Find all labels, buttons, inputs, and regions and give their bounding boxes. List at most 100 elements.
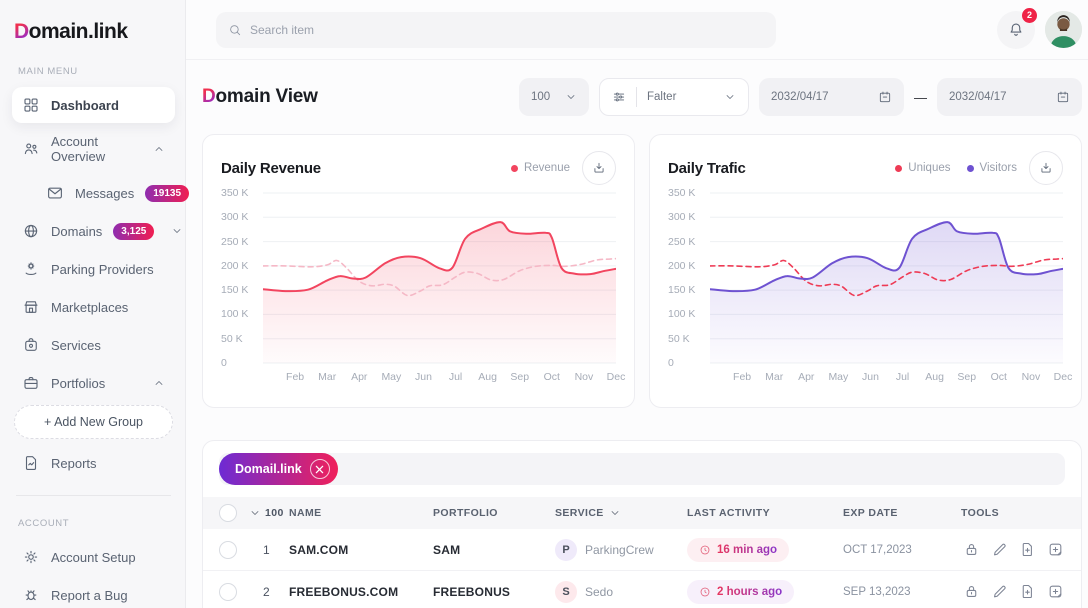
- legend-item[interactable]: Visitors: [967, 162, 1018, 174]
- app-logo[interactable]: Domain.link: [12, 16, 175, 44]
- note-add-button[interactable]: [1045, 540, 1065, 560]
- chevron-down-icon: [171, 225, 183, 237]
- table-row[interactable]: 2 FREEBONUS.COM FREEBONUS S Sedo 2 hours…: [203, 571, 1081, 608]
- lock-button[interactable]: [961, 582, 981, 602]
- filter-select[interactable]: Falter: [599, 78, 749, 116]
- sidebar-divider: [16, 495, 171, 496]
- charts-row: Daily Revenue Revenue 350 K300 K250 K200…: [202, 134, 1082, 408]
- portfolio-cell: FREEBONUS: [433, 585, 555, 599]
- y-axis: 350 K300 K250 K200 K150 K100 K50 K0: [668, 189, 710, 369]
- date-from-picker[interactable]: 2032/04/17: [759, 78, 904, 116]
- sidebar-item-marketplaces[interactable]: Marketplaces: [12, 289, 175, 325]
- last-activity-text: 16 min ago: [717, 544, 777, 556]
- notifications-button[interactable]: 2: [997, 11, 1035, 49]
- search-input[interactable]: [250, 23, 764, 37]
- note-add-button[interactable]: [1045, 582, 1065, 602]
- chart-body: 350 K300 K250 K200 K150 K100 K50 K0: [668, 189, 1063, 369]
- row-checkbox[interactable]: [219, 583, 237, 601]
- chart-plot: [710, 189, 1063, 369]
- date-to-value: 2032/04/17: [949, 91, 1007, 103]
- logo-prefix: D: [14, 20, 29, 43]
- sidebar-item-label: Parking Providers: [51, 262, 154, 277]
- x-axis-label: Dec: [607, 371, 626, 383]
- edit-button[interactable]: [989, 582, 1009, 602]
- column-header-service[interactable]: SERVICE: [555, 507, 687, 519]
- sidebar-item-label: Dashboard: [51, 98, 119, 113]
- page-controls: 100 Falter 2032/04/17 —: [519, 78, 1082, 116]
- sidebar-item-reports[interactable]: Reports: [12, 445, 175, 481]
- download-button[interactable]: [582, 151, 616, 185]
- legend-dot-icon: [967, 165, 974, 172]
- x-axis-label: Aug: [478, 371, 497, 383]
- page-size-select[interactable]: 100: [519, 78, 589, 116]
- tools-cell: [961, 540, 1065, 560]
- legend-dot-icon: [895, 165, 902, 172]
- x-axis-label: Jul: [449, 371, 462, 383]
- calendar-icon: [878, 90, 892, 104]
- hand-gear-icon: [22, 260, 40, 278]
- edit-icon: [991, 583, 1008, 600]
- service-initial-badge: S: [555, 581, 577, 603]
- sidebar-item-parking-providers[interactable]: Parking Providers: [12, 251, 175, 287]
- file-add-button[interactable]: [1017, 540, 1037, 560]
- legend-item[interactable]: Uniques: [895, 162, 950, 174]
- search-icon: [228, 23, 242, 37]
- x-axis-label: Dec: [1054, 371, 1073, 383]
- chart-header: Daily Revenue Revenue: [221, 151, 616, 185]
- last-activity-text: 2 hours ago: [717, 586, 782, 598]
- sidebar-item-account-setup[interactable]: Account Setup: [12, 539, 175, 575]
- download-icon: [1039, 161, 1053, 175]
- date-to-picker[interactable]: 2032/04/17: [937, 78, 1082, 116]
- sidebar-item-label: Services: [51, 338, 101, 353]
- sidebar-item-report-a-bug[interactable]: Report a Bug: [12, 577, 175, 608]
- table-row[interactable]: 1 SAM.COM SAM P ParkingCrew 16 min ago O…: [203, 529, 1081, 571]
- notification-count-badge: 2: [1022, 8, 1037, 23]
- chart-body: 350 K300 K250 K200 K150 K100 K50 K0: [221, 189, 616, 369]
- legend-label: Revenue: [524, 162, 570, 174]
- y-axis-label: 100 K: [221, 308, 248, 320]
- x-axis: FebMarAprMayJunJulAugSepOctNovDec: [710, 371, 1063, 387]
- active-filters-bar: Domail.link: [219, 453, 1065, 485]
- file-add-button[interactable]: [1017, 582, 1037, 602]
- legend-item[interactable]: Revenue: [511, 162, 570, 174]
- x-axis-label: Sep: [957, 371, 976, 383]
- chart-legend: Revenue: [511, 162, 570, 174]
- user-avatar[interactable]: [1045, 11, 1082, 48]
- lock-button[interactable]: [961, 540, 981, 560]
- search-box[interactable]: [216, 12, 776, 48]
- remove-filter-button[interactable]: [310, 459, 330, 479]
- sidebar-item-portfolios[interactable]: Portfolios: [12, 365, 175, 401]
- edit-button[interactable]: [989, 540, 1009, 560]
- add-new-group-button[interactable]: + Add New Group: [14, 405, 173, 439]
- x-axis-label: Apr: [351, 371, 367, 383]
- topbar-right: 2: [997, 11, 1082, 49]
- calendar-icon: [1056, 90, 1070, 104]
- filter-chip-domail-link[interactable]: Domail.link: [219, 453, 338, 485]
- sidebar-item-account-overview[interactable]: Account Overview: [12, 125, 175, 173]
- row-checkbox[interactable]: [219, 541, 237, 559]
- x-axis-label: Apr: [798, 371, 814, 383]
- rows-count-select[interactable]: 100: [249, 507, 289, 519]
- sidebar-item-domains[interactable]: Domains 3,125: [12, 213, 175, 249]
- x-axis-label: Oct: [544, 371, 560, 383]
- select-all-checkbox[interactable]: [219, 504, 237, 522]
- users-icon: [22, 140, 40, 158]
- sidebar-item-services[interactable]: Services: [12, 327, 175, 363]
- sidebar-item-messages[interactable]: Messages 19135: [12, 175, 175, 211]
- chevron-down-icon: [609, 507, 621, 519]
- download-button[interactable]: [1029, 151, 1063, 185]
- main-menu-label: MAIN MENU: [18, 66, 169, 77]
- legend-label: Visitors: [980, 162, 1018, 174]
- domains-count-badge: 3,125: [113, 223, 154, 240]
- file-add-icon: [1019, 541, 1036, 558]
- chart-header: Daily Trafic UniquesVisitors: [668, 151, 1063, 185]
- portfolio-cell: SAM: [433, 543, 555, 557]
- store-icon: [22, 298, 40, 316]
- logo-rest: omain.link: [29, 20, 128, 43]
- report-icon: [22, 454, 40, 472]
- x-axis-label: Jun: [415, 371, 432, 383]
- chart-title: Daily Revenue: [221, 160, 321, 177]
- x-axis-label: Mar: [765, 371, 783, 383]
- x-axis-label: Feb: [286, 371, 304, 383]
- sidebar-item-dashboard[interactable]: Dashboard: [12, 87, 175, 123]
